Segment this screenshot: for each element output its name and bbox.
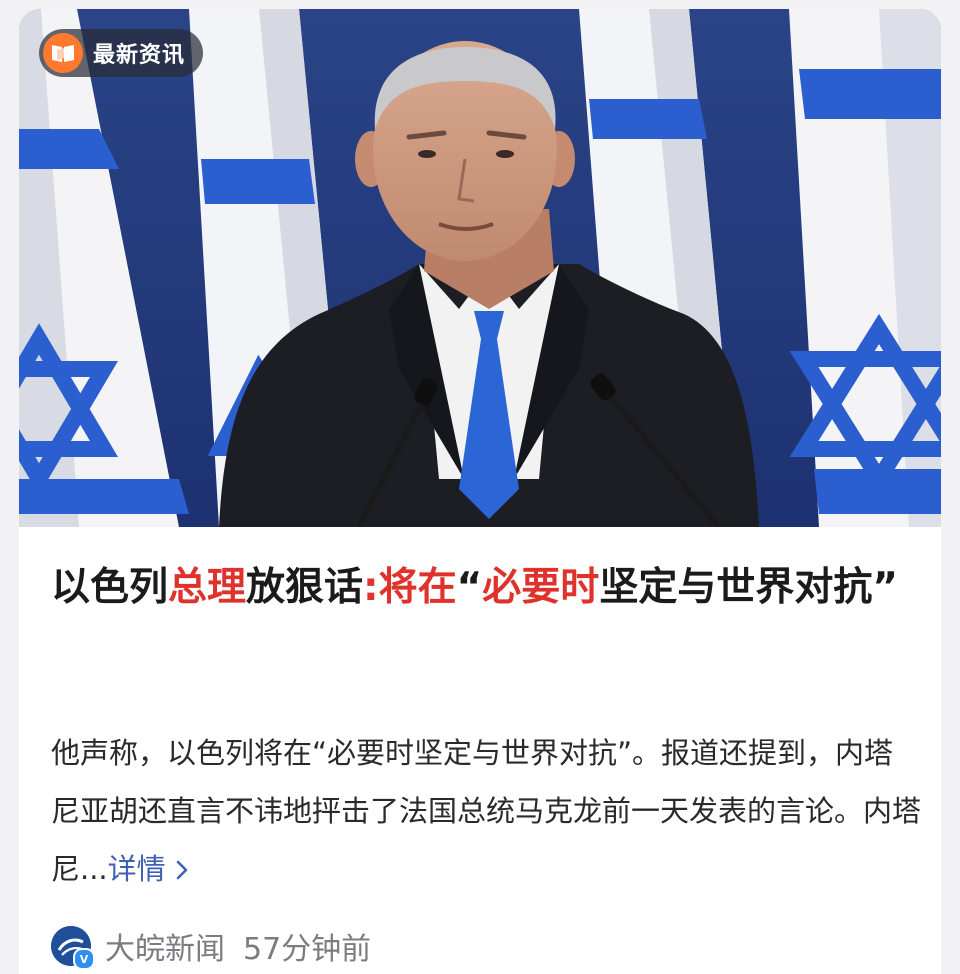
details-link[interactable]: 详情 [108,852,189,886]
headline-highlight: 必要时 [482,565,600,610]
hero-image[interactable]: 最新资讯 [19,9,941,527]
publish-time: 57分钟前 [243,932,372,967]
hero-photo [19,9,941,527]
headline-text: “ [456,565,483,610]
headline-text: 坚定与世界对抗” [599,565,898,610]
source-name[interactable]: 大皖新闻 [105,924,225,968]
news-card[interactable]: 最新资讯 以色列总理放狠话:将在“必要时坚定与世界对抗” 他声称，以色列将在“必… [19,9,941,974]
chevron-right-icon [166,852,189,886]
headline-text: 放狠话 [246,565,364,610]
source-row: V 大皖新闻 57分钟前 [51,921,371,971]
book-icon [43,33,83,73]
category-tag-label: 最新资讯 [93,43,186,68]
headline-highlight: 总理 [168,565,247,610]
source-avatar[interactable]: V [51,926,95,970]
flag-right [789,9,941,527]
article-summary[interactable]: 他声称，以色列将在“必要时坚定与世界对抗”。报道还提到，内塔尼亚胡还直言不讳地抨… [51,724,921,898]
category-tag: 最新资讯 [39,29,204,77]
headline-highlight: :将在 [363,565,457,610]
article-headline[interactable]: 以色列总理放狠话:将在“必要时坚定与世界对抗” [51,559,921,617]
headline-text: 以色列 [51,565,169,610]
verified-badge: V [73,948,95,970]
details-link-label: 详情 [107,852,166,886]
